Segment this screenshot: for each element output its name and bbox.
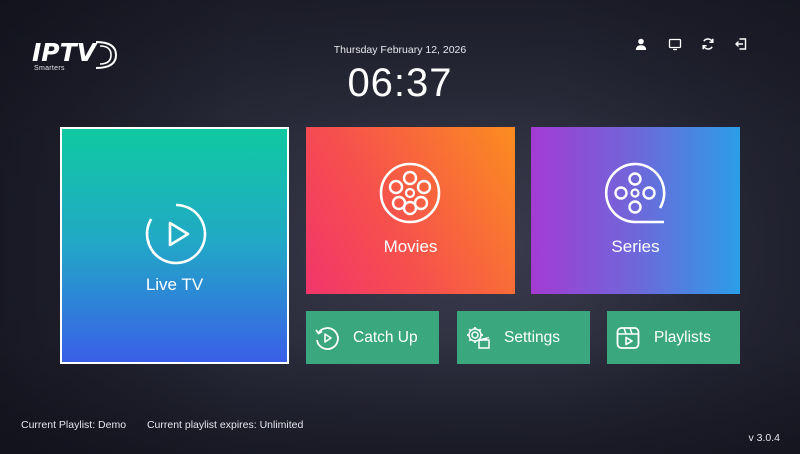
live-tv-label: Live TV xyxy=(145,275,204,294)
playlists-label: Playlists xyxy=(654,328,711,346)
current-time: 06:37 xyxy=(347,61,453,105)
series-tile[interactable]: Series xyxy=(531,127,740,294)
settings-button[interactable]: Settings xyxy=(457,311,590,364)
history-icon xyxy=(315,326,339,350)
logo-text: IPTV xyxy=(32,38,97,67)
refresh-icon[interactable] xyxy=(697,33,719,55)
play-circle-icon xyxy=(145,203,207,265)
film-reel-icon xyxy=(379,162,441,224)
logo-subtext: Smarters xyxy=(34,65,65,72)
live-tv-tile[interactable]: Live TV xyxy=(60,127,289,364)
footer-info: Current Playlist: Demo Current playlist … xyxy=(21,419,321,431)
playlist-icon xyxy=(616,326,640,349)
cast-icon[interactable] xyxy=(664,33,686,55)
catch-up-label: Catch Up xyxy=(353,328,418,346)
movies-tile[interactable]: Movies xyxy=(306,127,515,294)
app-logo: IPTV Smarters xyxy=(32,38,124,78)
current-playlist-text: Current Playlist: Demo xyxy=(21,419,127,431)
logout-icon[interactable] xyxy=(730,33,752,55)
user-icon[interactable] xyxy=(630,33,652,55)
catch-up-button[interactable]: Catch Up xyxy=(306,311,439,364)
playlist-expiry-text: Current playlist expires: Unlimited xyxy=(146,419,304,431)
current-date: Thursday February 12, 2026 xyxy=(333,44,467,56)
logo-arc-icon xyxy=(95,41,118,69)
series-label: Series xyxy=(611,237,660,256)
app-version: v 3.0.4 xyxy=(748,432,780,444)
playlists-button[interactable]: Playlists xyxy=(607,311,740,364)
movies-label: Movies xyxy=(383,237,438,256)
film-reel-icon xyxy=(604,162,666,224)
gear-icon xyxy=(467,326,490,349)
settings-label: Settings xyxy=(504,328,561,346)
